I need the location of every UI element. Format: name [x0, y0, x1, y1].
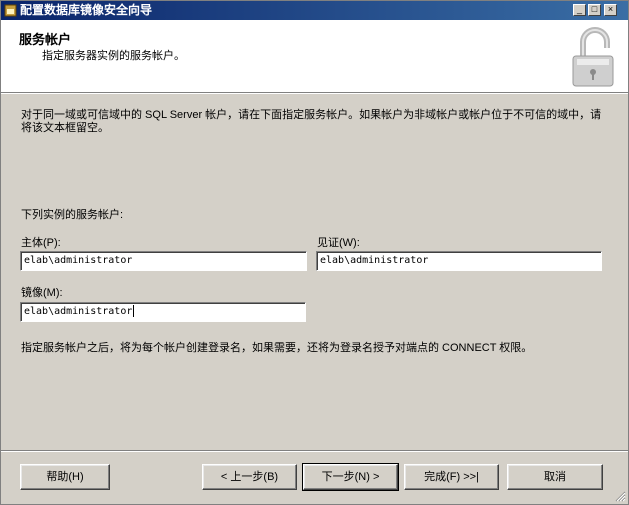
window-title: 配置数据库镜像安全向导: [20, 3, 153, 17]
page-title: 服务帐户: [19, 32, 72, 47]
next-button[interactable]: 下一步(N) >: [302, 463, 399, 491]
title-bar[interactable]: 配置数据库镜像安全向导 _ □ ×: [1, 1, 628, 20]
section-label: 下列实例的服务帐户:: [21, 209, 124, 221]
text-cursor: [133, 305, 135, 317]
app-icon: [4, 4, 17, 17]
principal-account-input[interactable]: elab\administrator: [20, 251, 307, 271]
mirror-account-value: elab\administrator: [24, 306, 133, 317]
resize-grip-icon[interactable]: [614, 490, 626, 502]
back-button[interactable]: < 上一步(B): [202, 464, 297, 490]
page-subtitle: 指定服务器实例的服务帐户。: [42, 50, 185, 62]
cancel-button[interactable]: 取消: [507, 464, 603, 490]
wizard-header: 服务帐户 指定服务器实例的服务帐户。: [1, 20, 628, 92]
wizard-window: 配置数据库镜像安全向导 _ □ × 服务帐户 指定服务器实例的服务帐户。 对于同…: [0, 0, 629, 505]
help-button[interactable]: 帮助(H): [20, 464, 110, 490]
mirror-label: 镜像(M):: [21, 287, 63, 299]
padlock-icon: [572, 27, 614, 87]
mirror-account-input[interactable]: elab\administrator: [20, 302, 306, 322]
description-text: 对于同一域或可信域中的 SQL Server 帐户，请在下面指定服务帐户。如果帐…: [21, 109, 602, 134]
minimize-button[interactable]: _: [573, 4, 586, 16]
witness-label: 见证(W):: [317, 237, 360, 249]
maximize-button[interactable]: □: [588, 4, 601, 16]
principal-label: 主体(P):: [21, 237, 61, 249]
note-text: 指定服务帐户之后，将为每个帐户创建登录名，如果需要，还将为登录名授予对端点的 C…: [21, 342, 533, 354]
witness-account-input[interactable]: elab\administrator: [316, 251, 602, 271]
finish-button[interactable]: 完成(F) >>|: [404, 464, 499, 490]
close-button[interactable]: ×: [604, 4, 617, 16]
